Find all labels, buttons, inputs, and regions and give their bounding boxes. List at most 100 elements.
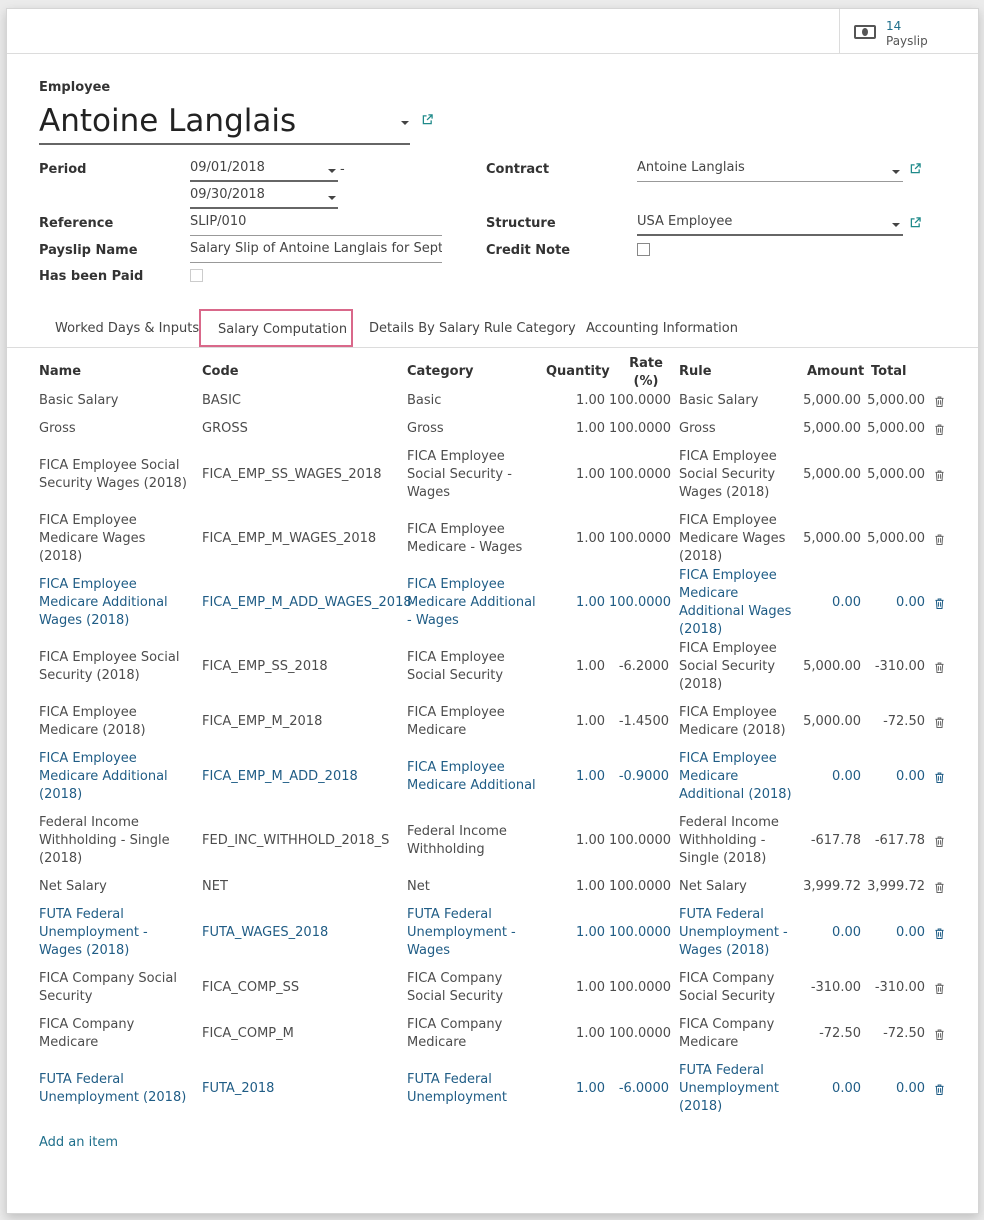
cell-rate: 100.0000 — [609, 393, 672, 408]
cell-amount: 5,000.00 — [803, 714, 861, 729]
cell-rate: 100.0000 — [609, 833, 672, 848]
cell-name: Basic Salary — [39, 393, 119, 408]
trash-icon[interactable] — [935, 882, 944, 893]
cell-rate: 100.0000 — [609, 980, 672, 995]
trash-icon[interactable] — [935, 470, 944, 481]
tab-worked-days-inputs[interactable]: Worked Days & Inputs — [55, 321, 199, 336]
chevron-down-icon[interactable] — [328, 196, 336, 200]
trash-icon[interactable] — [935, 1029, 944, 1040]
reference-value: SLIP/010 — [190, 214, 247, 229]
cell-quantity: 1.00 — [576, 595, 605, 610]
payslip-count: 14 — [886, 19, 902, 33]
employee-field[interactable]: Antoine Langlais — [39, 101, 410, 145]
add-item-link[interactable]: Add an item — [39, 1135, 118, 1150]
period-label: Period — [39, 162, 87, 177]
cell-code: FUTA_2018 — [202, 1081, 275, 1096]
cell-rate: 100.0000 — [609, 925, 672, 940]
chevron-down-icon[interactable] — [401, 121, 409, 125]
cell-total: -72.50 — [883, 1026, 925, 1041]
trash-icon[interactable] — [935, 928, 944, 939]
cell-total: -310.00 — [874, 659, 925, 674]
period-to-field[interactable]: 09/30/2018 — [190, 187, 338, 209]
cell-category: Net — [407, 879, 430, 894]
contract-field[interactable]: Antoine Langlais — [637, 160, 903, 182]
cell-quantity: 1.00 — [576, 421, 605, 436]
trash-icon[interactable] — [935, 983, 944, 994]
cell-code: FICA_EMP_M_ADD_WAGES_2018 — [202, 595, 412, 610]
cell-category: FICA Employee Medicare Additional — [407, 760, 536, 793]
cell-name: Net Salary — [39, 879, 107, 894]
column-header-rate[interactable]: Rate (%) — [629, 355, 663, 391]
cell-category: FICA Employee Medicare - Wages — [407, 522, 523, 555]
period-from-field[interactable]: 09/01/2018 — [190, 160, 338, 182]
cell-name: FICA Employee Medicare Additional (2018) — [39, 751, 168, 802]
column-header-rule[interactable]: Rule — [679, 364, 712, 379]
credit-note-label: Credit Note — [486, 243, 571, 258]
column-header-code[interactable]: Code — [202, 364, 239, 379]
trash-icon[interactable] — [935, 836, 944, 847]
cell-code: BASIC — [202, 393, 241, 408]
cell-rate: 100.0000 — [609, 531, 672, 546]
external-link-icon[interactable] — [910, 217, 921, 228]
cell-rate: 100.0000 — [609, 879, 672, 894]
structure-field[interactable]: USA Employee — [637, 214, 903, 236]
column-header-quantity[interactable]: Quantity — [546, 364, 610, 379]
cell-rule: Gross — [679, 421, 716, 436]
cell-rule: Federal Income Withholding - Single (201… — [679, 815, 779, 866]
cell-category: FUTA Federal Unemployment — [407, 1072, 507, 1105]
chevron-down-icon[interactable] — [892, 223, 900, 227]
reference-label: Reference — [39, 216, 114, 231]
cell-name: FICA Employee Medicare Wages (2018) — [39, 513, 146, 564]
contract-label: Contract — [486, 162, 550, 177]
column-header-amount[interactable]: Amount — [807, 364, 864, 379]
trash-icon[interactable] — [935, 396, 944, 407]
trash-icon[interactable] — [935, 717, 944, 728]
trash-icon[interactable] — [935, 424, 944, 435]
cell-amount: -72.50 — [819, 1026, 861, 1041]
cell-total: 5,000.00 — [867, 467, 925, 482]
tab-salary-computation[interactable]: Salary Computation — [218, 322, 347, 337]
cell-category: Basic — [407, 393, 442, 408]
trash-icon[interactable] — [935, 1084, 944, 1095]
trash-icon[interactable] — [935, 662, 944, 673]
external-link-icon[interactable] — [422, 114, 433, 125]
external-link-icon[interactable] — [910, 163, 921, 174]
reference-field[interactable]: SLIP/010 — [190, 214, 442, 236]
has-been-paid-checkbox[interactable] — [190, 269, 203, 282]
column-header-total[interactable]: Total — [871, 364, 907, 379]
chevron-down-icon[interactable] — [328, 169, 336, 173]
cell-rate: 100.0000 — [609, 595, 672, 610]
cell-rate: 100.0000 — [609, 467, 672, 482]
payslip-smart-button[interactable]: 14 Payslip — [839, 9, 978, 53]
cell-rate: -0.9000 — [618, 769, 669, 784]
cell-code: FUTA_WAGES_2018 — [202, 925, 329, 940]
cell-code: FICA_EMP_M_ADD_2018 — [202, 769, 358, 784]
trash-icon[interactable] — [935, 598, 944, 609]
trash-icon[interactable] — [935, 772, 944, 783]
cell-amount: 0.00 — [832, 1081, 861, 1096]
period-from-value: 09/01/2018 — [190, 160, 265, 175]
employee-label: Employee — [39, 80, 111, 95]
cell-total: 0.00 — [896, 595, 925, 610]
column-header-category[interactable]: Category — [407, 364, 473, 379]
employee-name: Antoine Langlais — [39, 103, 297, 139]
cell-code: FICA_EMP_SS_WAGES_2018 — [202, 467, 382, 482]
credit-note-checkbox[interactable] — [637, 243, 650, 256]
cell-code: FICA_EMP_SS_2018 — [202, 659, 328, 674]
column-header-name[interactable]: Name — [39, 364, 81, 379]
cell-total: 0.00 — [896, 1081, 925, 1096]
cell-rule: FICA Employee Medicare Additional Wages … — [679, 568, 792, 637]
cell-code: FICA_COMP_SS — [202, 980, 300, 995]
tab-accounting-information[interactable]: Accounting Information — [586, 321, 738, 336]
chevron-down-icon[interactable] — [892, 170, 900, 174]
cell-category: FICA Employee Social Security — [407, 650, 505, 683]
payslip-name-value: Salary Slip of Antoine Langlais for Sept… — [190, 241, 442, 256]
tab-details-by-salary-rule-category[interactable]: Details By Salary Rule Category — [369, 321, 576, 336]
payslip-name-field[interactable]: Salary Slip of Antoine Langlais for Sept… — [190, 241, 442, 263]
cell-rate: -1.4500 — [618, 714, 669, 729]
cell-category: Federal Income Withholding — [407, 824, 507, 857]
trash-icon[interactable] — [935, 534, 944, 545]
cell-total: -310.00 — [874, 980, 925, 995]
money-icon — [854, 25, 876, 39]
cell-quantity: 1.00 — [576, 925, 605, 940]
